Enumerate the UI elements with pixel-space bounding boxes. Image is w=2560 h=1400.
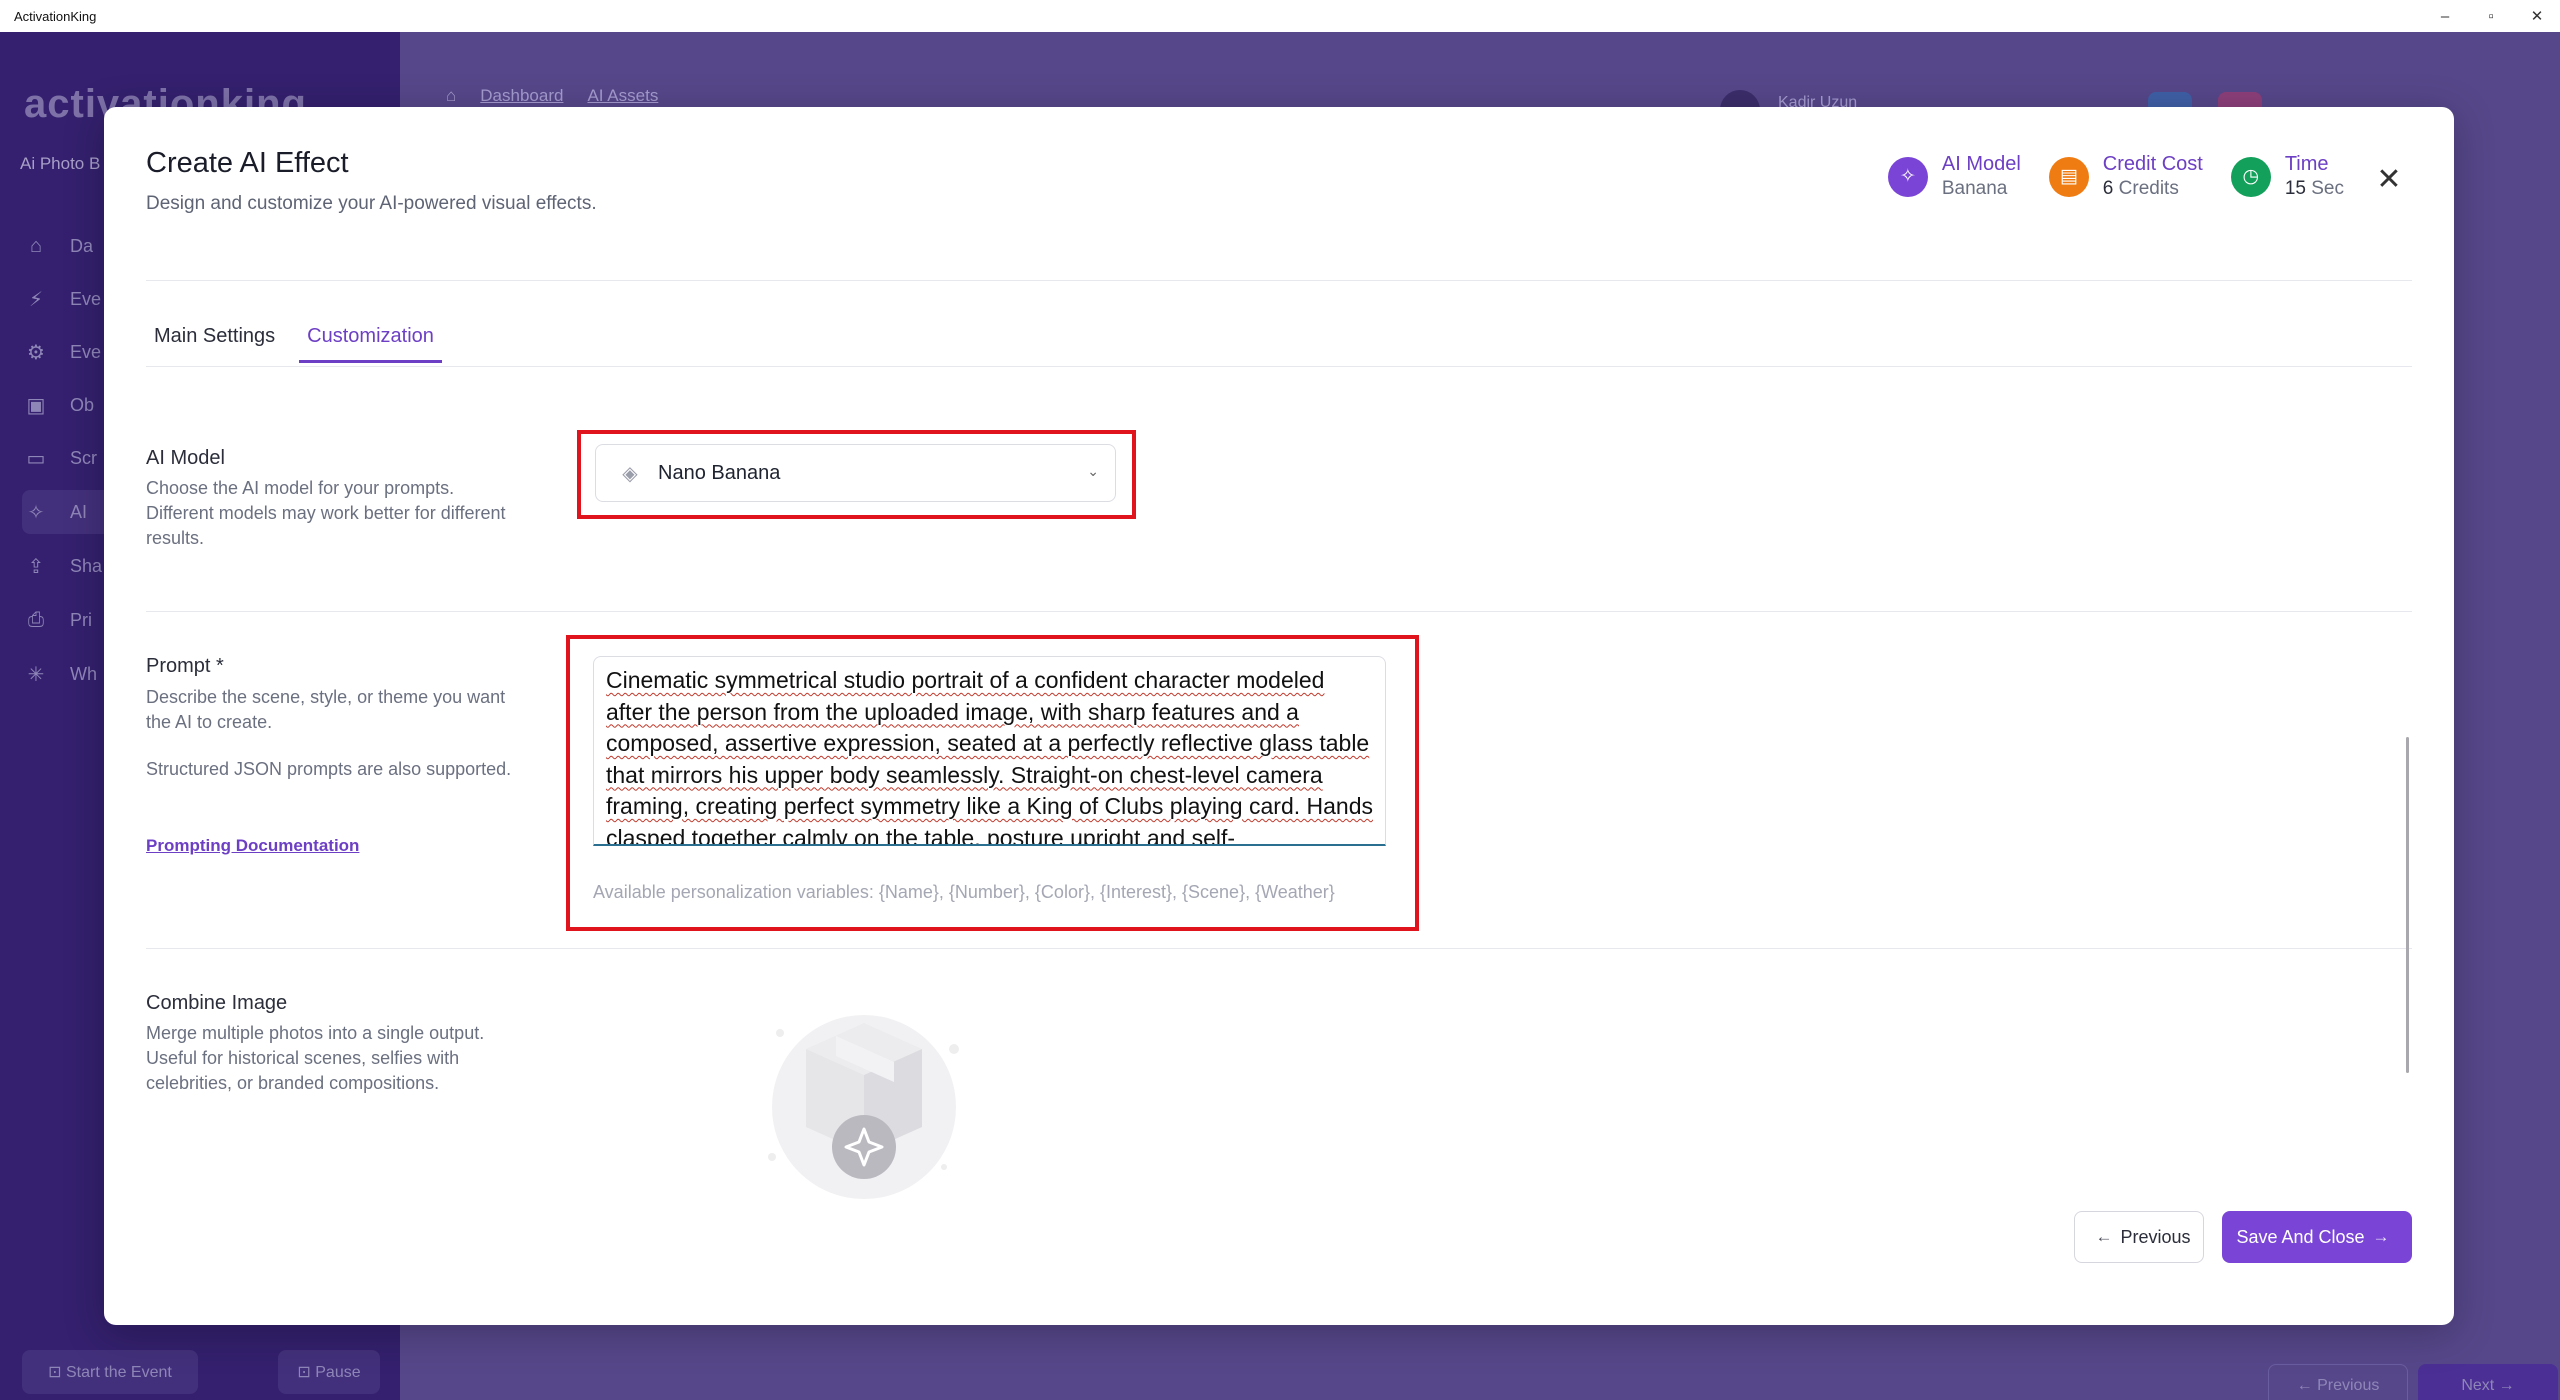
nav-icon: ✧: [27, 501, 45, 524]
pause-button: ⊡ Pause: [278, 1350, 380, 1394]
diamond-icon: ◈: [622, 462, 638, 485]
nav-icon: ▣: [26, 394, 46, 417]
stat-value: 6 Credits: [2103, 178, 2203, 200]
clock-icon: ◷: [2230, 156, 2271, 197]
ai-model-title: AI Model: [146, 447, 225, 469]
prompting-docs-link[interactable]: Prompting Documentation: [146, 836, 359, 856]
arrow-right-icon: →: [2372, 1227, 2390, 1246]
create-ai-effect-modal: Create AI Effect Design and customize yo…: [104, 107, 2454, 1325]
breadcrumb: ⌂ Dashboard AI Assets: [446, 86, 658, 106]
background-previous-button: ← Previous: [2268, 1364, 2408, 1400]
window-titlebar: ActivationKing – ▫ ✕: [0, 0, 2560, 32]
stat-value: Banana: [1942, 178, 2021, 200]
sidebar-item-label: AI: [70, 501, 88, 522]
start-event-button: ⊡ Start the Event: [22, 1350, 198, 1394]
prompt-json-note: Structured JSON prompts are also support…: [146, 759, 512, 779]
stat-value-unit: Sec: [2305, 178, 2344, 199]
coins-icon: ▤: [2048, 156, 2089, 197]
save-label: Save And Close: [2236, 1226, 2365, 1247]
empty-box-illustration: [768, 1015, 959, 1199]
nav-icon: ✳: [27, 663, 45, 686]
stat-label: Time: [2284, 153, 2329, 175]
minimize-button[interactable]: –: [2422, 0, 2468, 32]
stat-value: 15 Sec: [2285, 178, 2344, 200]
sidebar-item-label: Da: [70, 235, 94, 256]
tab-customization[interactable]: Customization: [299, 325, 442, 363]
sidebar-item-label: Ob: [70, 394, 95, 415]
sidebar-item-label: Scr: [70, 447, 97, 468]
modal-title: Create AI Effect: [146, 147, 349, 179]
divider: [146, 366, 2412, 367]
divider: [146, 948, 2412, 949]
stat-credit-cost: ▤ Credit Cost 6 Credits: [2048, 153, 2203, 200]
combine-image-title: Combine Image: [146, 992, 288, 1014]
prompt-title: Prompt *: [146, 655, 224, 677]
divider: [146, 280, 2412, 281]
previous-button[interactable]: ← Previous: [2074, 1211, 2204, 1263]
restore-button[interactable]: ▫: [2468, 0, 2514, 32]
previous-label: Previous: [2120, 1226, 2191, 1247]
sidebar-item-label: Sha: [70, 555, 103, 576]
close-icon[interactable]: ✕: [2372, 163, 2406, 197]
ai-model-selected: Nano Banana: [658, 461, 781, 484]
save-and-close-button[interactable]: Save And Close →: [2222, 1211, 2412, 1263]
sparkles-icon: ✧: [1887, 156, 1928, 197]
tab-main-settings[interactable]: Main Settings: [146, 325, 283, 363]
modal-subtitle: Design and customize your AI-powered vis…: [146, 193, 597, 214]
prompt-textarea[interactable]: Cinematic symmetrical studio portrait of…: [593, 656, 1386, 846]
stat-value-text: Banana: [1941, 178, 2008, 199]
sidebar-item-label: Eve: [70, 288, 102, 309]
personalization-variables: Available personalization variables: {Na…: [593, 882, 1335, 902]
nav-icon: ▭: [26, 447, 46, 470]
stat-value-number: 6: [2102, 178, 2114, 199]
arrow-left-icon: ←: [2095, 1227, 2113, 1246]
sidebar-item-label: Pri: [70, 609, 92, 630]
sparkles-icon: [832, 1115, 896, 1179]
prompt-description: Describe the scene, style, or theme you …: [146, 687, 506, 732]
breadcrumb-dashboard: Dashboard: [480, 86, 564, 105]
nav-icon: ⚡: [28, 288, 44, 311]
ai-model-select[interactable]: ◈ Nano Banana ⌄: [595, 444, 1116, 502]
ai-model-description: Choose the AI model for your prompts. Di…: [146, 478, 506, 548]
stat-label: AI Model: [1941, 153, 2021, 175]
breadcrumb-ai-assets: AI Assets: [587, 86, 659, 105]
sidebar-item-label: Eve: [70, 341, 102, 362]
window-controls: – ▫ ✕: [2422, 0, 2560, 32]
sidebar-item-label: Wh: [70, 663, 97, 684]
tab-bar: Main Settings Customization: [146, 325, 458, 363]
home-icon: ⌂: [446, 86, 457, 105]
nav-icon: ⚙: [27, 341, 45, 364]
window-close-button[interactable]: ✕: [2514, 0, 2560, 32]
chevron-down-icon: ⌄: [1087, 463, 1099, 479]
prompt-text: Cinematic symmetrical studio portrait of…: [606, 667, 1373, 846]
stat-value-number: 15: [2284, 178, 2306, 199]
stat-value-unit: Credits: [2113, 178, 2179, 199]
background-next-button: Next →: [2418, 1364, 2558, 1400]
nav-icon: ⌂: [29, 234, 43, 257]
stat-ai-model: ✧ AI Model Banana: [1887, 153, 2021, 200]
stat-label: Credit Cost: [2102, 153, 2203, 175]
nav-icon: ⇪: [27, 555, 45, 578]
window-title: ActivationKing: [14, 8, 97, 24]
effect-stats: ✧ AI Model Banana ▤ Credit Cost 6 Credit…: [1887, 153, 2344, 200]
stat-time: ◷ Time 15 Sec: [2230, 153, 2344, 200]
sidebar-section-label: Ai Photo B: [20, 154, 101, 173]
modal-scrollbar[interactable]: [2406, 737, 2409, 1073]
nav-icon: ⎙: [28, 608, 44, 631]
divider: [146, 611, 2412, 612]
combine-image-description: Merge multiple photos into a single outp…: [146, 1023, 485, 1093]
